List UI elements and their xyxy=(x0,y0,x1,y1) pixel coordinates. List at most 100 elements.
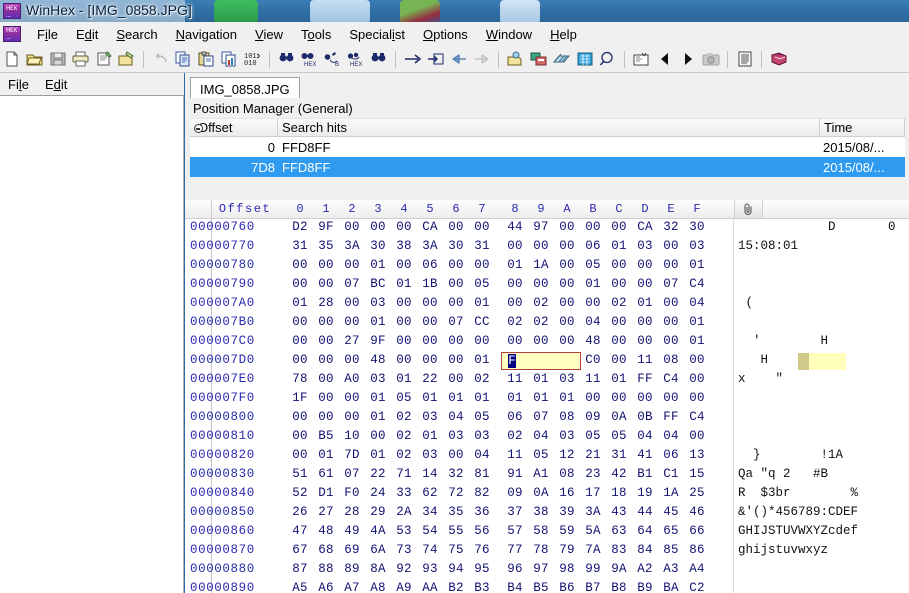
hex-byte[interactable]: 01 xyxy=(687,258,707,272)
hex-byte[interactable]: 02 xyxy=(394,410,414,424)
hex-byte[interactable]: 52 xyxy=(290,486,310,500)
hex-byte[interactable]: 00 xyxy=(316,410,336,424)
hex-byte[interactable]: 05 xyxy=(583,429,603,443)
menu-item-edit[interactable]: Edit xyxy=(67,24,107,45)
back-arrow-icon[interactable] xyxy=(447,48,470,70)
hex-byte[interactable]: 01 xyxy=(472,353,492,367)
hex-byte[interactable]: 41 xyxy=(635,448,655,462)
hex-byte[interactable]: 77 xyxy=(505,543,525,557)
hex-byte[interactable]: 31 xyxy=(609,448,629,462)
snapshot-icon[interactable] xyxy=(699,48,722,70)
hex-byte[interactable]: 34 xyxy=(420,505,440,519)
hex-byte[interactable]: FF xyxy=(635,372,655,386)
hex-byte[interactable]: 03 xyxy=(446,429,466,443)
hex-byte[interactable]: 00 xyxy=(557,258,577,272)
hex-byte[interactable]: 62 xyxy=(420,486,440,500)
hex-byte[interactable]: 00 xyxy=(290,429,310,443)
new-file-icon[interactable] xyxy=(0,48,23,70)
next-position-icon[interactable] xyxy=(676,48,699,70)
hex-byte[interactable]: 01 xyxy=(420,429,440,443)
hex-row[interactable]: 00000830 51 61 07 22 71 14 32 81 91 A1 08 23 42 B1 C1 15… xyxy=(185,467,909,486)
hex-ascii-text[interactable]: 15:08:01 xyxy=(738,239,908,253)
hex-byte[interactable]: 00 xyxy=(661,315,681,329)
hex-byte[interactable]: 00 xyxy=(290,315,310,329)
hex-byte[interactable]: 00 xyxy=(557,220,577,234)
hex-byte[interactable]: D2 xyxy=(290,220,310,234)
save-icon[interactable] xyxy=(46,48,69,70)
hex-byte[interactable]: 99 xyxy=(583,562,603,576)
hex-byte[interactable]: 0A xyxy=(531,486,551,500)
hex-byte[interactable]: 35 xyxy=(446,505,466,519)
hex-byte[interactable]: 91 xyxy=(505,467,525,481)
hex-byte[interactable]: 01 xyxy=(290,296,310,310)
hex-byte[interactable]: B9 xyxy=(635,581,655,593)
hex-byte[interactable]: 6A xyxy=(368,543,388,557)
hex-row[interactable]: 00000810 00 B5 10 00 02 01 03 03 02 04 03 05 05 04 04 00 xyxy=(185,429,909,448)
hex-byte[interactable]: B1 xyxy=(635,467,655,481)
hex-byte[interactable]: 01 xyxy=(420,391,440,405)
hex-byte[interactable]: 1F xyxy=(290,391,310,405)
hex-byte[interactable]: 93 xyxy=(420,562,440,576)
hex-byte[interactable]: 01 xyxy=(394,372,414,386)
tab-img-0858-jpg[interactable]: IMG_0858.JPG xyxy=(190,77,300,98)
hex-byte[interactable]: 00 xyxy=(583,296,603,310)
hex-byte[interactable]: 00 xyxy=(472,334,492,348)
hex-row[interactable]: 00000850 26 27 28 29 2A 34 35 36 37 38 39 3A 43 44 45 46… xyxy=(185,505,909,524)
hex-byte[interactable]: 29 xyxy=(368,505,388,519)
hex-byte[interactable]: 07 xyxy=(446,315,466,329)
hex-byte[interactable]: 00 xyxy=(609,391,629,405)
hex-byte[interactable]: 31 xyxy=(472,239,492,253)
hex-byte[interactable]: 00 xyxy=(342,353,362,367)
hex-byte[interactable]: 00 xyxy=(446,258,466,272)
hex-ascii-text[interactable]: Qa "q 2 #B xyxy=(738,467,908,481)
hex-ascii-text[interactable]: R $3br % xyxy=(738,486,908,500)
goto-arrow-icon[interactable] xyxy=(401,48,424,70)
left-menu-item-edit[interactable]: Edit xyxy=(37,75,75,94)
hex-byte[interactable]: 08 xyxy=(557,410,577,424)
hex-byte[interactable]: 00 xyxy=(687,391,707,405)
hex-byte[interactable]: 00 xyxy=(472,258,492,272)
hex-byte[interactable]: 01 xyxy=(446,391,466,405)
hex-byte[interactable]: 02 xyxy=(394,429,414,443)
hex-byte[interactable]: CA xyxy=(420,220,440,234)
hex-byte[interactable]: 00 xyxy=(557,334,577,348)
menu-item-window[interactable]: Window xyxy=(477,24,541,45)
hex-byte[interactable]: 17 xyxy=(583,486,603,500)
hex-byte[interactable]: 00 xyxy=(290,448,310,462)
hex-byte[interactable]: 00 xyxy=(394,296,414,310)
hex-byte[interactable]: 00 xyxy=(290,258,310,272)
column-header-offset[interactable]: Offset xyxy=(190,118,278,137)
hex-byte[interactable]: 57 xyxy=(505,524,525,538)
hex-byte[interactable]: 00 xyxy=(531,277,551,291)
hex-byte[interactable]: 05 xyxy=(583,258,603,272)
hex-byte[interactable]: 19 xyxy=(635,486,655,500)
hex-byte[interactable]: 00 xyxy=(420,296,440,310)
hex-byte[interactable]: 72 xyxy=(446,486,466,500)
hex-byte[interactable]: 16 xyxy=(557,486,577,500)
hex-byte[interactable]: 9F xyxy=(368,334,388,348)
hex-byte[interactable]: 31 xyxy=(290,239,310,253)
binary-101-icon[interactable]: 101 010 xyxy=(241,48,264,70)
hex-byte[interactable]: B3 xyxy=(472,581,492,593)
hex-byte[interactable]: 00 xyxy=(420,315,440,329)
hex-byte[interactable]: 47 xyxy=(290,524,310,538)
hex-byte[interactable]: 01 xyxy=(316,448,336,462)
hex-row[interactable]: 00000840 52 D1 F0 24 33 62 72 82 09 0A 16 17 18 19 1A 25… xyxy=(185,486,909,505)
hex-byte[interactable]: 00 xyxy=(687,372,707,386)
copy-icon[interactable] xyxy=(172,48,195,70)
hex-byte[interactable]: 08 xyxy=(661,353,681,367)
hex-byte[interactable]: 97 xyxy=(531,220,551,234)
hex-byte[interactable]: 03 xyxy=(368,296,388,310)
hex-byte[interactable]: 00 xyxy=(368,429,388,443)
hex-byte[interactable]: C2 xyxy=(687,581,707,593)
hex-byte[interactable]: 02 xyxy=(472,372,492,386)
column-header-time[interactable]: Time xyxy=(820,118,905,137)
hex-byte[interactable]: 05 xyxy=(472,277,492,291)
hex-byte[interactable]: 15 xyxy=(687,467,707,481)
hex-byte[interactable]: CA xyxy=(635,220,655,234)
hex-byte[interactable]: 00 xyxy=(316,315,336,329)
hex-byte[interactable]: 00 xyxy=(557,296,577,310)
hex-byte[interactable]: 04 xyxy=(687,296,707,310)
hex-byte[interactable]: 05 xyxy=(609,429,629,443)
hex-ascii-text[interactable]: } !1A xyxy=(738,448,908,462)
